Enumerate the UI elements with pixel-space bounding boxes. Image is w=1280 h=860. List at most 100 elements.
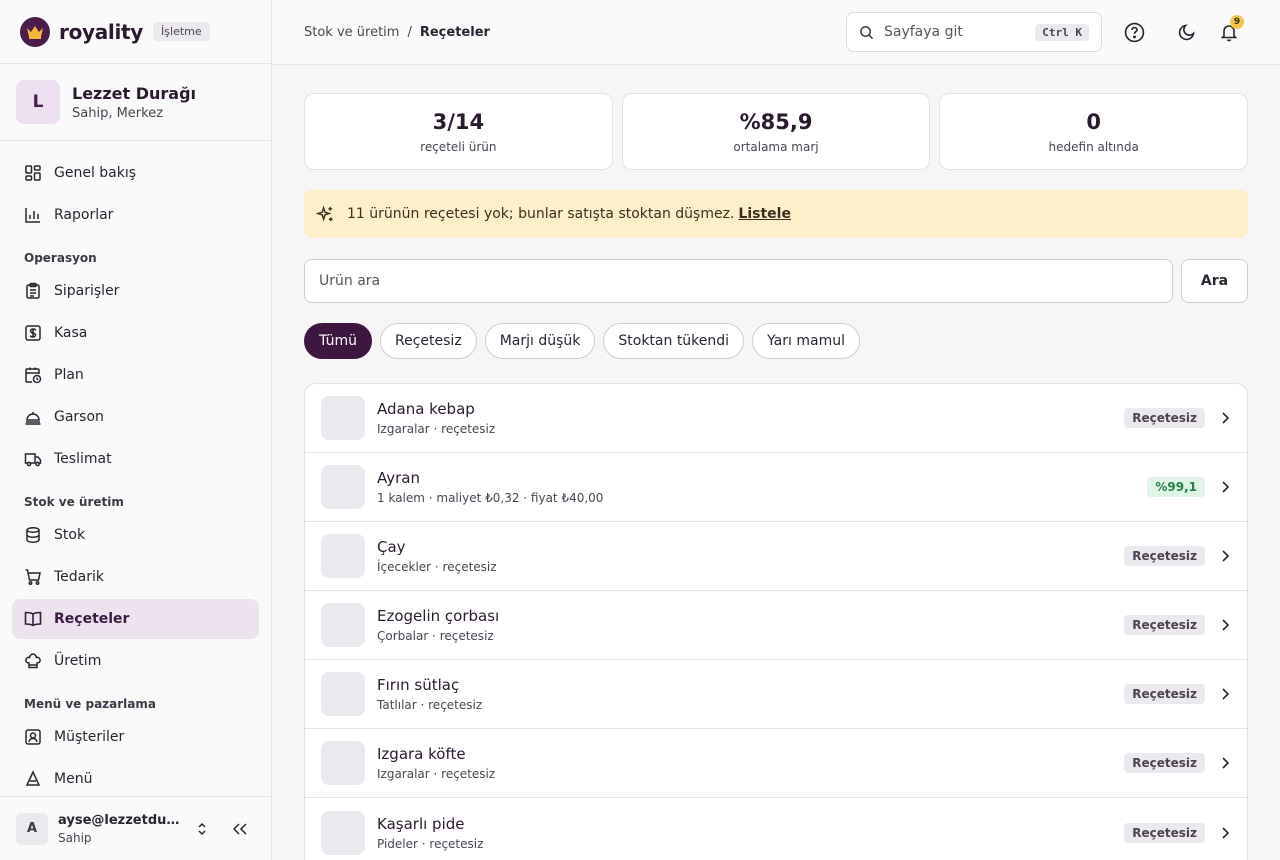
chevron-right-icon <box>1221 688 1231 700</box>
notification-count: 9 <box>1230 15 1244 29</box>
breadcrumb-link[interactable]: Stok ve üretim <box>304 25 399 40</box>
filter-chip-semi-finished[interactable]: Yarı mamul <box>752 323 860 359</box>
book-open-icon <box>24 611 42 627</box>
sidebar-item-label: Kasa <box>54 325 88 341</box>
dark-mode-icon[interactable] <box>1175 20 1199 44</box>
list-item[interactable]: Çay İçecekler · reçetesiz Reçetesiz <box>305 522 1247 591</box>
cloche-icon <box>25 412 41 425</box>
clipboard-icon <box>26 282 40 299</box>
org-name: Lezzet Durağı <box>72 83 197 103</box>
filter-chip-out-of-stock[interactable]: Stoktan tükendi <box>603 323 745 359</box>
user-email: ayse@lezzetduragi.com <box>58 812 184 828</box>
status-badge: Reçetesiz <box>1124 615 1205 635</box>
sparkles-icon <box>316 204 333 222</box>
sidebar-item-musteriler[interactable]: Müşteriler <box>12 717 259 757</box>
alert-text: 11 ürünün reçetesi yok; bunlar satışta s… <box>347 206 735 222</box>
sidebar-item-raporlar[interactable]: Raporlar <box>12 195 259 235</box>
product-thumbnail <box>321 465 365 509</box>
search-button[interactable]: Ara <box>1181 259 1248 303</box>
stat-card: 0 hedefin altında <box>939 93 1249 170</box>
sidebar-item-menu[interactable]: Menü <box>12 759 259 799</box>
sidebar-item-label: Genel bakış <box>54 165 137 181</box>
breadcrumb-current: Reçeteler <box>419 24 490 40</box>
stat-label: ortalama marj <box>733 139 819 154</box>
user-menu[interactable]: A ayse@lezzetduragi.com Sahip <box>0 796 271 860</box>
product-meta: Pideler · reçetesiz <box>377 836 484 851</box>
sidebar-item-plan[interactable]: Plan <box>12 355 259 395</box>
product-name: Çay <box>377 538 406 556</box>
product-name: Ezogelin çorbası <box>377 607 500 625</box>
brand-badge: İşletme <box>153 22 210 41</box>
sidebar-item-siparisler[interactable]: Siparişler <box>12 271 259 311</box>
product-name: Izgara köfte <box>377 745 466 763</box>
chevron-right-icon <box>1221 481 1231 493</box>
sidebar-item-garson[interactable]: Garson <box>12 397 259 437</box>
notification-bell-icon[interactable]: 9 <box>1217 15 1244 44</box>
product-meta: Izgaralar · reçetesiz <box>377 767 496 781</box>
sidebar-item-stok[interactable]: Stok <box>12 515 259 555</box>
alert-list-link[interactable]: Listele <box>738 206 791 222</box>
product-name: Fırın sütlaç <box>377 676 460 694</box>
command-search[interactable]: Sayfaya git Ctrl K <box>846 12 1102 52</box>
product-name: Kaşarlı pide <box>377 814 465 833</box>
sidebar-item-label: Siparişler <box>54 283 120 299</box>
sidebar-item-label: Plan <box>54 367 84 383</box>
topbar: Stok ve üretim / Reçeteler Sayfaya git C… <box>272 0 1280 65</box>
product-list: Adana kebap Izgaralar · reçetesiz Reçete… <box>304 383 1248 860</box>
brand: royality İşletme <box>0 0 271 64</box>
stat-value: %85,9 <box>739 109 813 134</box>
chevrons-up-down-icon[interactable] <box>192 819 212 839</box>
status-badge: Reçetesiz <box>1124 408 1205 428</box>
help-icon[interactable] <box>1122 20 1146 44</box>
list-item[interactable]: Izgara köfte Izgaralar · reçetesiz Reçet… <box>305 729 1247 798</box>
sidebar-item-kasa[interactable]: Kasa <box>12 313 259 353</box>
nav-section-title: Menü ve pazarlama <box>24 697 156 711</box>
main-content: 3/14 reçeteli ürün %85,9 ortalama marj 0… <box>304 93 1249 860</box>
crown-logo-icon[interactable] <box>20 16 50 47</box>
product-name: Adana kebap <box>377 400 475 418</box>
status-badge: Reçetesiz <box>1124 684 1205 704</box>
filter-chip-no-recipe[interactable]: Reçetesiz <box>380 323 477 359</box>
status-badge: Reçetesiz <box>1124 822 1205 843</box>
list-item[interactable]: Fırın sütlaç Tatlılar · reçetesiz Reçete… <box>305 660 1247 729</box>
breadcrumb-separator: / <box>407 24 412 40</box>
sidebar-item-label: Üretim <box>54 653 102 669</box>
sidebar-item-genel-bakis[interactable]: Genel bakış <box>12 153 259 193</box>
org-switcher[interactable]: L Lezzet Durağı Sahip, Merkez <box>0 64 271 141</box>
sidebar-nav: Genel bakış Raporlar Operasyon Siparişle… <box>0 141 271 799</box>
stat-card: 3/14 reçeteli ürün <box>304 93 613 170</box>
list-item[interactable]: Ezogelin çorbası Çorbalar · reçetesiz Re… <box>305 591 1247 660</box>
filter-chip-low-margin[interactable]: Marjı düşük <box>484 323 596 359</box>
list-item[interactable]: Adana kebap Izgaralar · reçetesiz Reçete… <box>305 384 1247 453</box>
cash-register-icon <box>25 325 41 341</box>
collapse-sidebar-icon[interactable] <box>230 819 250 839</box>
brand-name: royality <box>59 19 144 44</box>
product-thumbnail <box>321 810 365 855</box>
sidebar: royality İşletme L Lezzet Durağı Sahip, … <box>0 0 272 860</box>
sidebar-item-receteler[interactable]: Reçeteler <box>12 599 259 639</box>
menu-book-icon <box>25 770 41 786</box>
filter-chip-all[interactable]: Tümü <box>304 323 373 359</box>
org-role: Sahip, Merkez <box>72 105 164 121</box>
product-search-input[interactable] <box>304 259 1173 303</box>
sidebar-item-label: Raporlar <box>54 207 114 223</box>
dashboard-icon <box>25 165 41 181</box>
list-item[interactable]: Ayran 1 kalem · maliyet ₺0,32 · fiyat ₺4… <box>305 453 1247 522</box>
product-meta: İçecekler · reçetesiz <box>377 560 497 574</box>
product-name: Ayran <box>377 469 420 487</box>
stat-value: 3/14 <box>432 109 485 134</box>
command-search-placeholder: Sayfaya git <box>884 24 963 40</box>
user-role: Sahip <box>58 830 92 845</box>
sidebar-item-tedarik[interactable]: Tedarik <box>12 557 259 597</box>
truck-icon <box>24 453 42 467</box>
list-item[interactable]: Kaşarlı pide Pideler · reçetesiz Reçetes… <box>305 798 1247 860</box>
filter-chips: Tümü Reçetesiz Marjı düşük Stoktan tüken… <box>304 323 1248 359</box>
margin-badge: %99,1 <box>1147 477 1205 497</box>
sidebar-item-uretim[interactable]: Üretim <box>12 641 259 681</box>
user-avatar: A <box>16 812 48 845</box>
product-search-row: Ara <box>304 259 1248 303</box>
stats-row: 3/14 reçeteli ürün %85,9 ortalama marj 0… <box>304 93 1249 170</box>
sidebar-item-teslimat[interactable]: Teslimat <box>12 439 259 479</box>
product-thumbnail <box>321 741 365 785</box>
chevron-right-icon <box>1221 757 1231 769</box>
